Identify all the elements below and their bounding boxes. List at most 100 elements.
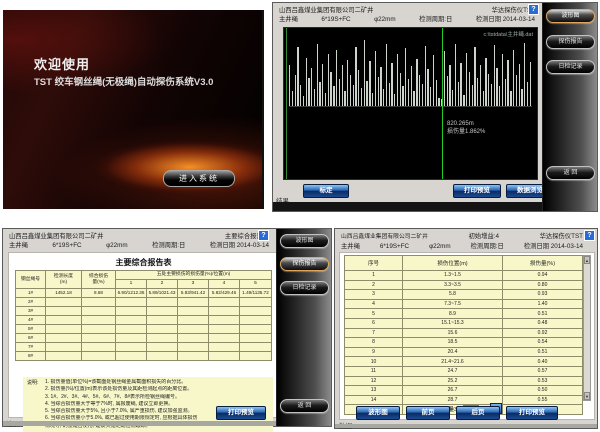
table-cell: 0.54 [503, 338, 583, 348]
waveform-bar [342, 65, 343, 106]
table-cell [82, 298, 116, 307]
waveform-chart[interactable]: c:\tstdata\主井绳.dat 820.265m 损伤量1.862% [283, 27, 538, 180]
tab-report[interactable]: 探伤报告 [280, 257, 329, 271]
waveform-bar [394, 94, 395, 106]
table-cell [240, 298, 272, 307]
chart-cursor-line[interactable] [442, 28, 443, 179]
report-header: 山西吕鑫煤业集团有限公司二矿井 主要综合报告表 主井绳 6*19S+FC φ22… [9, 232, 269, 250]
waveform-bar [449, 65, 450, 106]
table-cell: 0.50 [503, 386, 583, 396]
rope-diameter: φ22mm [429, 242, 451, 251]
table-cell [46, 325, 82, 334]
table-cell: 0.57 [503, 366, 583, 376]
waveform-bar [289, 65, 290, 106]
table-row[interactable]: 23.3~3.50.80 [345, 280, 583, 290]
side-panel: 波形图 探伤报告 日检记录 返 回 [276, 229, 331, 426]
waveform-bar [485, 58, 486, 106]
table-cell: 0.94 [503, 271, 583, 281]
prev-page-button[interactable]: 前页 [406, 406, 450, 420]
col-index: 序号 [345, 256, 403, 271]
waveform-bar [474, 47, 475, 106]
waveform-button[interactable]: 波形图 [356, 406, 400, 420]
table-cell: 4# [16, 316, 46, 325]
back-button[interactable]: 返 回 [280, 399, 329, 413]
table-row[interactable]: 1021.4~21.60.40 [345, 357, 583, 367]
report-table-body: 1#1452.188.686.90/1212.365.89/1021.435.8… [16, 289, 272, 361]
tab-waveform[interactable]: 波形图 [280, 234, 329, 248]
waveform-bar [425, 46, 426, 106]
waveform-bar [430, 87, 431, 106]
waveform-bar [422, 84, 423, 106]
table-row[interactable]: 35.80.93 [345, 290, 583, 300]
device-name: 华达探伤仪TST [540, 232, 583, 241]
waveform-bar [505, 79, 506, 106]
table-cell: 1.3~1.5 [403, 271, 503, 281]
report-window: 山西吕鑫煤业集团有限公司二矿井 主要综合报告表 主井绳 6*19S+FC φ22… [2, 228, 332, 427]
table-cell [82, 325, 116, 334]
table-cell [178, 352, 209, 361]
print-preview-button[interactable]: 打印预览 [216, 406, 266, 420]
col-damage: 综合损伤 量(%) [82, 271, 116, 289]
rope-name: 主井绳 [279, 15, 298, 24]
back-button[interactable]: 返 回 [546, 166, 595, 180]
table-row[interactable]: 1326.70.50 [345, 386, 583, 396]
waveform-bar [427, 69, 428, 106]
table-cell: 15.1~15.3 [403, 318, 503, 328]
waveform-bar [507, 60, 508, 106]
waveform-bar [366, 81, 367, 106]
print-preview-button[interactable]: 打印预览 [506, 406, 558, 420]
tab-report[interactable]: 探伤报告 [546, 35, 595, 49]
table-row[interactable]: 58.90.51 [345, 309, 583, 319]
help-icon[interactable]: ? [528, 4, 539, 15]
waveform-bar [483, 91, 484, 106]
table-cell: 20.4 [403, 347, 503, 357]
check-date: 检测日期 2014-03-14 [476, 15, 535, 24]
table-cell: 0.40 [503, 357, 583, 367]
table-cell: 8# [16, 352, 46, 361]
waveform-bar [372, 93, 373, 106]
table-cell [82, 343, 116, 352]
notes-label: 说明: [27, 379, 38, 386]
scroll-up-icon[interactable]: ▲ [584, 256, 590, 264]
next-page-button[interactable]: 后页 [456, 406, 500, 420]
enter-system-button[interactable]: 进入系统 [163, 170, 235, 187]
check-date: 检测日期 2014-03-14 [524, 242, 583, 251]
table-row: 4# [16, 316, 272, 325]
table-cell: 2 [345, 280, 403, 290]
table-row: 5# [16, 325, 272, 334]
sub-col: 2 [147, 280, 178, 289]
waveform-bar [300, 85, 301, 106]
tab-daily-log[interactable]: 日检记录 [280, 281, 329, 295]
table-row: 7# [16, 343, 272, 352]
table-row[interactable]: 920.40.51 [345, 347, 583, 357]
scrollbar[interactable]: ▲ ▼ [583, 255, 591, 401]
table-cell [147, 298, 178, 307]
print-preview-button[interactable]: 打印预览 [453, 184, 501, 198]
table-cell: 15.6 [403, 328, 503, 338]
table-row[interactable]: 1124.70.57 [345, 366, 583, 376]
table-cell [178, 298, 209, 307]
waveform-bar [322, 64, 323, 106]
help-icon[interactable]: ? [584, 230, 595, 241]
tab-waveform[interactable]: 波形图 [546, 9, 595, 23]
table-cell: 0.53 [503, 376, 583, 386]
waveform-bar [386, 44, 387, 106]
rope-name: 主井绳 [9, 241, 28, 250]
waveform-bar [369, 61, 370, 106]
help-icon[interactable]: ? [258, 230, 269, 241]
scroll-down-icon[interactable]: ▼ [584, 392, 590, 400]
tab-daily-log[interactable]: 日检记录 [546, 60, 595, 74]
table-row[interactable]: 715.60.92 [345, 328, 583, 338]
table-row[interactable]: 615.1~15.30.48 [345, 318, 583, 328]
table-cell: 5# [16, 325, 46, 334]
table-cell [209, 307, 240, 316]
table-row[interactable]: 1225.20.53 [345, 376, 583, 386]
table-row[interactable]: 818.50.54 [345, 338, 583, 348]
table-cell: 0.48 [503, 318, 583, 328]
table-row[interactable]: 11.3~1.50.94 [345, 271, 583, 281]
calibrate-button[interactable]: 标定 [303, 184, 349, 198]
bottom-band [335, 424, 597, 428]
table-cell [209, 343, 240, 352]
waveform-bar [308, 78, 309, 106]
table-row[interactable]: 47.3~7.51.40 [345, 299, 583, 309]
